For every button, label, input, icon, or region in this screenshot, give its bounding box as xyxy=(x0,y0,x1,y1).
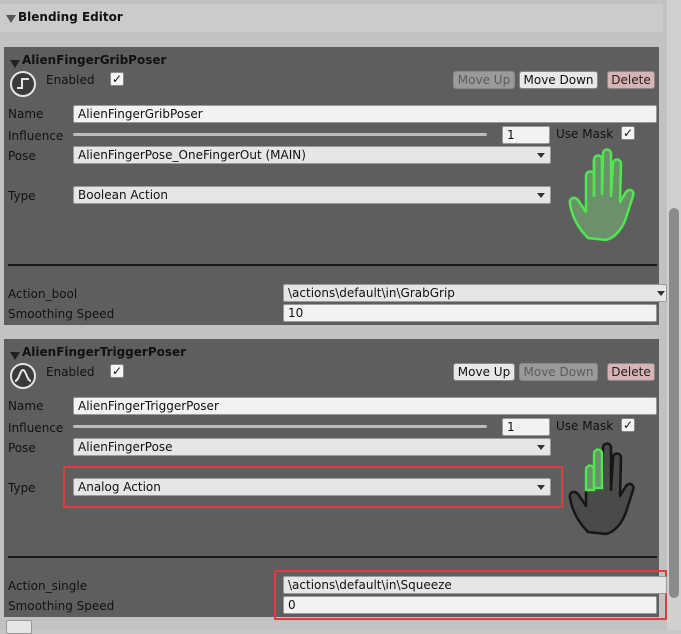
enabled-label: Enabled xyxy=(46,365,95,379)
section-divider xyxy=(8,556,657,558)
use-mask-checkbox[interactable]: ✓ xyxy=(621,418,635,432)
smoothing-label: Smoothing Speed xyxy=(8,599,115,613)
poser-title: AlienFingerGribPoser xyxy=(22,53,167,67)
move-down-button[interactable]: Move Down xyxy=(519,71,598,89)
action-dropdown[interactable]: \actions\default\in\Squeeze xyxy=(283,576,667,594)
move-down-button[interactable]: Move Down xyxy=(519,363,598,381)
enabled-label: Enabled xyxy=(46,73,95,87)
pose-value: AlienFingerPose_OneFingerOut (MAIN) xyxy=(78,148,306,162)
pose-dropdown[interactable]: AlienFingerPose xyxy=(73,438,551,456)
pose-label: Pose xyxy=(8,441,36,455)
smoothing-field[interactable]: 0 xyxy=(283,596,657,614)
use-mask-checkbox[interactable]: ✓ xyxy=(621,126,635,140)
smoothing-field[interactable]: 10 xyxy=(283,304,657,322)
type-dropdown[interactable]: Analog Action xyxy=(73,478,551,496)
action-value: \actions\default\in\GrabGrip xyxy=(288,286,455,300)
move-up-button[interactable]: Move Up xyxy=(453,71,515,89)
influence-slider[interactable] xyxy=(73,425,487,428)
name-field[interactable]: AlienFingerGribPoser xyxy=(73,105,657,123)
chevron-down-icon xyxy=(657,291,665,296)
bell-curve-icon xyxy=(10,363,36,389)
use-mask-label: Use Mask xyxy=(556,419,614,433)
move-up-button[interactable]: Move Up xyxy=(453,363,515,381)
type-value: Analog Action xyxy=(78,480,161,494)
poser-title: AlienFingerTriggerPoser xyxy=(22,345,187,359)
use-mask-label: Use Mask xyxy=(556,127,614,141)
influence-slider[interactable] xyxy=(73,133,487,136)
influence-field[interactable]: 1 xyxy=(502,418,550,436)
action-dropdown[interactable]: \actions\default\in\GrabGrip xyxy=(283,284,667,302)
add-poser-button[interactable] xyxy=(6,620,32,634)
pose-label: Pose xyxy=(8,149,36,163)
step-curve-icon xyxy=(10,71,36,97)
influence-field[interactable]: 1 xyxy=(502,126,550,144)
enabled-checkbox[interactable]: ✓ xyxy=(110,364,124,378)
type-value: Boolean Action xyxy=(78,188,168,202)
chevron-down-icon xyxy=(537,153,545,158)
pose-value: AlienFingerPose xyxy=(78,440,173,454)
action-label: Action_bool xyxy=(8,287,78,301)
hand-mask-icon[interactable] xyxy=(566,440,638,536)
pose-dropdown[interactable]: AlienFingerPose_OneFingerOut (MAIN) xyxy=(73,146,551,164)
hand-mask-icon[interactable] xyxy=(566,146,638,242)
type-label: Type xyxy=(8,481,36,495)
name-field[interactable]: AlienFingerTriggerPoser xyxy=(73,397,657,415)
section-divider xyxy=(8,264,657,266)
action-value: \actions\default\in\Squeeze xyxy=(288,578,452,592)
name-label: Name xyxy=(8,399,44,413)
type-dropdown[interactable]: Boolean Action xyxy=(73,186,551,204)
delete-button[interactable]: Delete xyxy=(607,71,655,89)
chevron-down-icon xyxy=(537,485,545,490)
chevron-down-icon xyxy=(537,445,545,450)
name-label: Name xyxy=(8,107,44,121)
editor-title: Blending Editor xyxy=(18,10,123,24)
scrollbar-thumb[interactable] xyxy=(669,208,679,598)
influence-label: Influence xyxy=(8,129,64,143)
enabled-checkbox[interactable]: ✓ xyxy=(110,72,124,86)
smoothing-label: Smoothing Speed xyxy=(8,307,115,321)
chevron-down-icon xyxy=(537,193,545,198)
blending-editor-header[interactable]: Blending Editor xyxy=(0,4,663,32)
delete-button[interactable]: Delete xyxy=(607,363,655,381)
influence-label: Influence xyxy=(8,421,64,435)
type-label: Type xyxy=(8,189,36,203)
action-label: Action_single xyxy=(8,579,88,593)
